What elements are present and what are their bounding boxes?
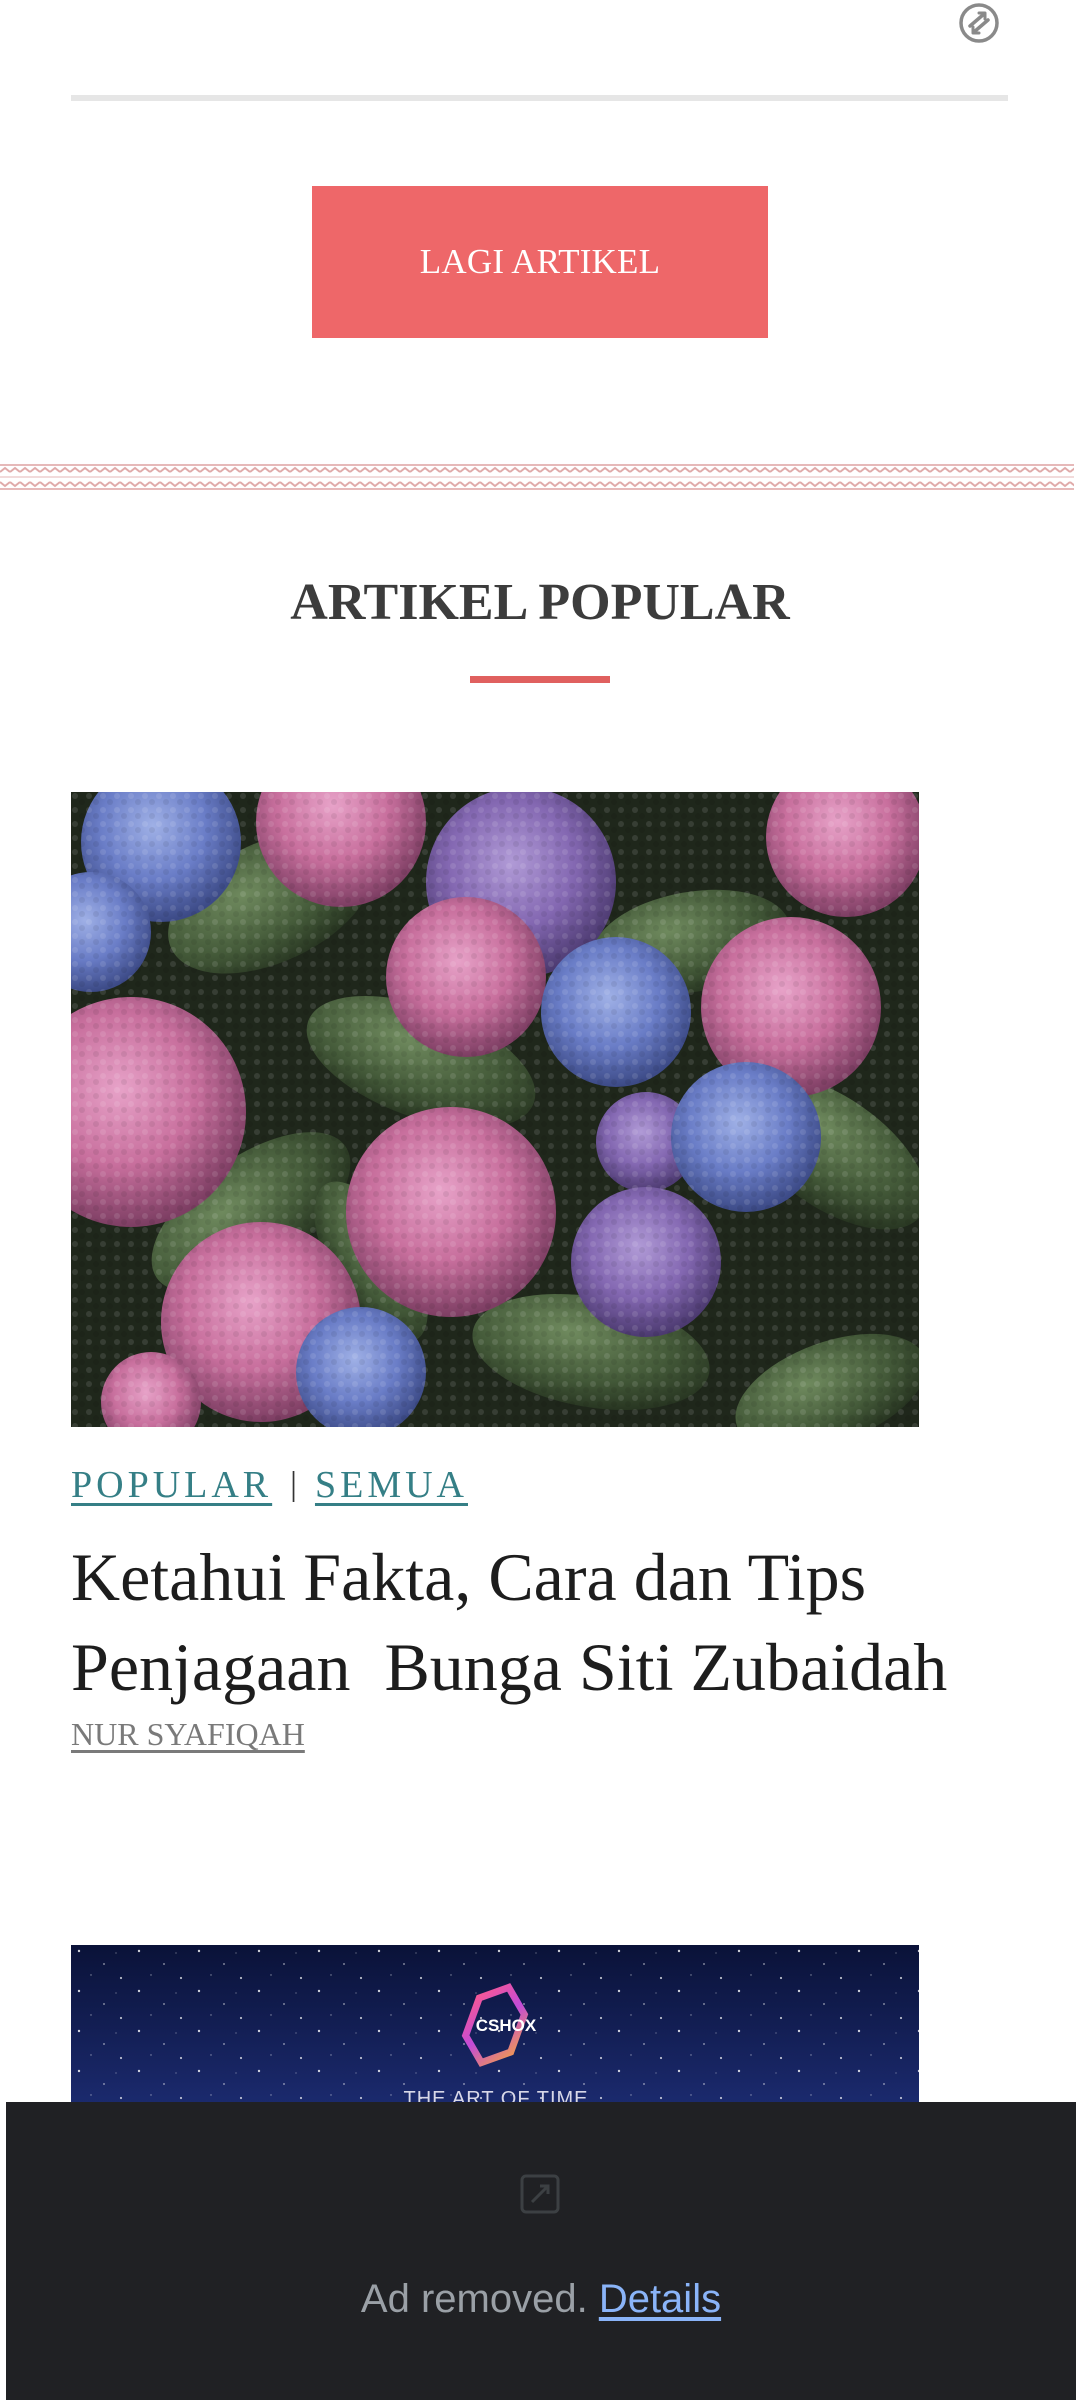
ad-removed-message: Ad removed. Details <box>6 2274 1076 2324</box>
ad-removed-overlay: Ad removed. Details <box>6 2102 1076 2400</box>
more-articles-button[interactable]: LAGI ARTIKEL <box>312 186 768 338</box>
article-image[interactable] <box>71 792 919 1427</box>
category-separator: | <box>290 1466 297 1503</box>
article-title[interactable]: Ketahui Fakta, Cara dan Tips Penjagaan B… <box>71 1532 1031 1712</box>
ad-removed-label: Ad removed. <box>360 2277 588 2321</box>
ad-details-link[interactable]: Details <box>599 2277 721 2321</box>
author-link[interactable]: NUR SYAFIQAH <box>71 1716 305 1753</box>
category-popular-link[interactable]: POPULAR <box>71 1463 272 1507</box>
title-underline <box>470 676 610 683</box>
article-categories: POPULAR | SEMUA <box>71 1460 468 1510</box>
section-title: ARTIKEL POPULAR <box>290 574 790 631</box>
arrows-circle-icon[interactable] <box>957 1 1001 45</box>
next-article-image[interactable]: CSHOX THE ART OF TIME <box>71 1945 919 2105</box>
category-semua-link[interactable]: SEMUA <box>315 1463 468 1507</box>
cshox-logo-text: CSHOX <box>476 2016 537 2035</box>
divider-line <box>71 95 1008 101</box>
wavy-divider <box>0 462 1080 492</box>
ad-blocked-icon <box>518 2172 562 2216</box>
